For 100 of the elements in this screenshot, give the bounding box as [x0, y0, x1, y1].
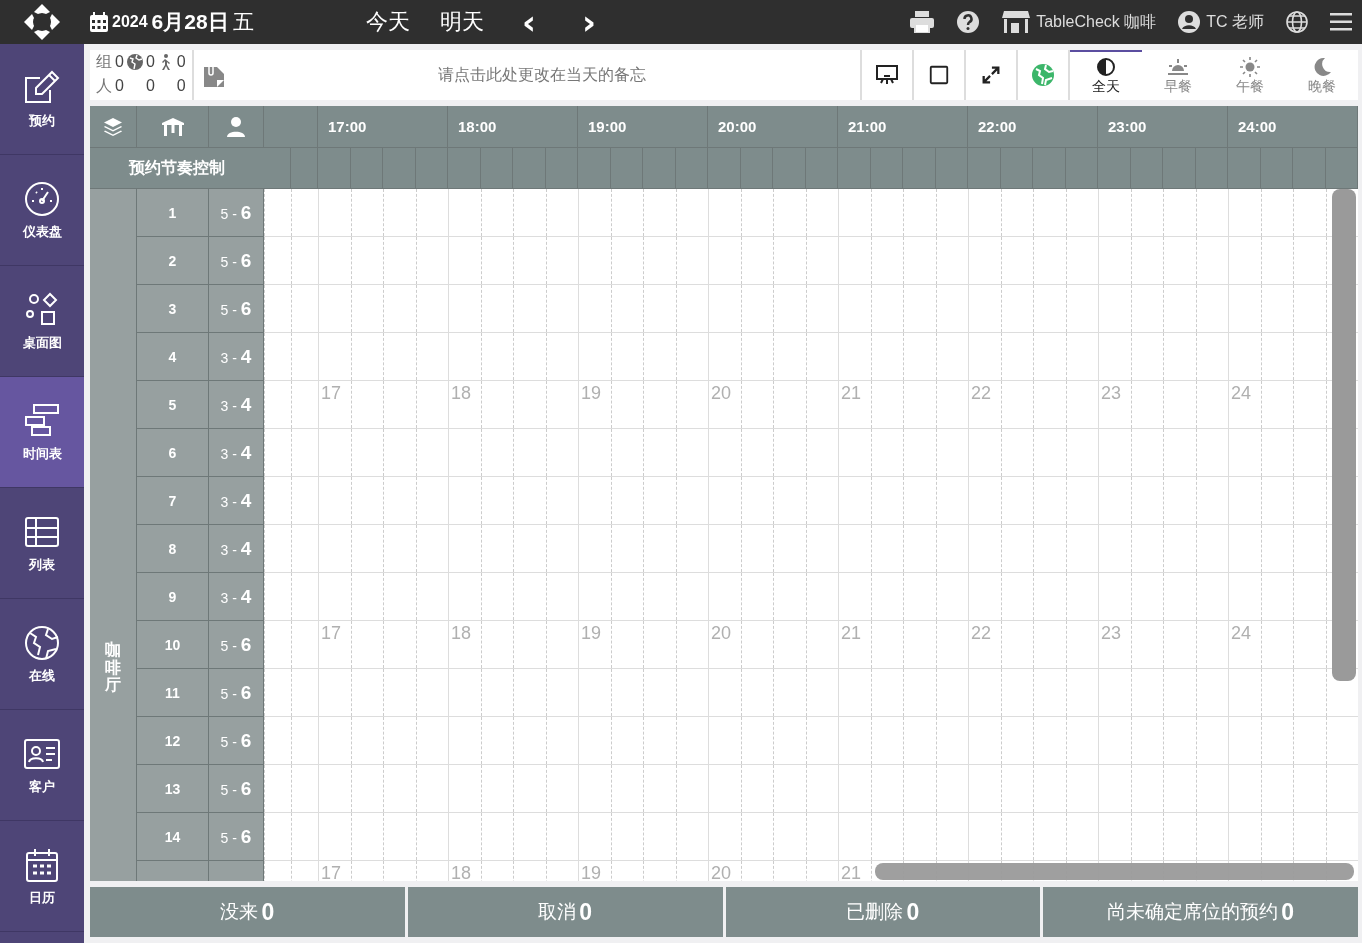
hour-watermark: 20 [711, 623, 732, 644]
sidebar-item[interactable]: 仪表盘 [0, 155, 84, 266]
capacity-cell: 5 - 6 [209, 621, 264, 669]
sidebar-item[interactable]: 日历 [0, 821, 84, 932]
previous-day-button[interactable]: ‹ [508, 5, 550, 39]
help-icon[interactable] [956, 10, 981, 34]
sun-icon [1240, 56, 1260, 77]
hour-watermark: 21 [841, 863, 862, 881]
hour-watermark: 19 [581, 383, 602, 404]
hour-watermark: 22 [971, 623, 992, 644]
hour-label: 18:00 [458, 118, 497, 135]
globe-icon [22, 623, 62, 663]
sunrise-icon [1166, 56, 1190, 77]
hour-watermark: 18 [451, 623, 472, 644]
hour-watermark: 20 [711, 383, 732, 404]
table-number-cell: 9 [137, 573, 209, 621]
online-people-count: 0 [145, 77, 155, 95]
calendar-icon[interactable] [90, 12, 108, 32]
hour-watermark: 21 [841, 383, 862, 404]
capacity-cell: 5 - 6 [209, 813, 264, 861]
logo-icon[interactable] [24, 4, 60, 40]
table-number-cell: 1 [137, 189, 209, 237]
square-icon [928, 64, 950, 86]
sidebar-item[interactable]: 在线 [0, 599, 84, 710]
gauge-icon [22, 179, 62, 219]
hour-label: 20:00 [718, 118, 757, 135]
capacity-cell: 5 - 6 [209, 669, 264, 717]
table-number-cell: 2 [137, 237, 209, 285]
groups-label: 组 [96, 51, 112, 72]
today-button[interactable]: 今天 [360, 7, 416, 37]
capacity-cell: 3 - 4 [209, 525, 264, 573]
memo-field[interactable]: 请点击此处更改在当天的备忘 [223, 64, 860, 86]
half-circle-icon [1096, 56, 1116, 77]
capacity-cell: 5 - 6 [209, 717, 264, 765]
user-link[interactable]: TC 老师 [1178, 11, 1264, 33]
capacity-cell: 3 - 4 [209, 573, 264, 621]
hour-label: 17:00 [328, 118, 367, 135]
hour-watermark: 24 [1231, 623, 1252, 644]
hour-label: 19:00 [588, 118, 627, 135]
hour-watermark: 19 [581, 623, 602, 644]
globe-icon [126, 54, 143, 70]
capacity-cell: 3 - 4 [209, 381, 264, 429]
table-number-cell: 3 [137, 285, 209, 333]
capacity-cell: 3 - 4 [209, 477, 264, 525]
horizontal-scrollbar[interactable] [875, 863, 1354, 880]
hour-watermark: 18 [451, 863, 472, 881]
people-count: 0 [115, 77, 124, 95]
sidebar-item[interactable]: 客户 [0, 710, 84, 821]
capacity-cell: 3 - 4 [209, 333, 264, 381]
table-number-cell: 11 [137, 669, 209, 717]
hour-label: 23:00 [1108, 118, 1147, 135]
hour-watermark: 20 [711, 863, 732, 881]
tomorrow-button[interactable]: 明天 [434, 7, 490, 37]
hour-watermark: 23 [1101, 623, 1122, 644]
store-icon [1002, 11, 1031, 33]
table-number-cell: 5 [137, 381, 209, 429]
table-number-cell: 12 [137, 717, 209, 765]
walk-in-group-count: 0 [176, 53, 186, 71]
sidebar-item[interactable]: 列表 [0, 488, 84, 599]
capacity-cell: 5 - 6 [209, 237, 264, 285]
sidebar-item[interactable]: 预约 [0, 44, 84, 155]
group-count: 0 [115, 53, 124, 71]
expand-arrows-icon [980, 64, 1002, 86]
date-text[interactable]: 6月28日 [151, 8, 229, 36]
layers-icon[interactable] [103, 116, 123, 137]
next-day-button[interactable]: › [568, 5, 611, 39]
capacity-cell: 3 - 4 [209, 429, 264, 477]
walk-in-people-count: 0 [176, 77, 186, 95]
year-text: 2024 [112, 13, 148, 31]
moon-icon [1312, 56, 1332, 77]
capacity-cell: 5 - 6 [209, 285, 264, 333]
capacity-cell: 5 - 6 [209, 765, 264, 813]
area-name: 咖啡厅 [105, 641, 121, 696]
table-number-cell: 14 [137, 813, 209, 861]
hour-watermark: 21 [841, 623, 862, 644]
table-icon[interactable] [161, 117, 184, 136]
print-icon[interactable] [910, 11, 935, 33]
hour-label: 21:00 [848, 118, 887, 135]
store-link[interactable]: TableCheck 咖啡 [1002, 11, 1157, 33]
online-group-count: 0 [145, 53, 155, 71]
weekday-text: 五 [232, 9, 254, 35]
table-number-cell: 13 [137, 765, 209, 813]
presentation-screen-icon [875, 63, 899, 87]
sidebar-item[interactable]: 时间表 [0, 377, 84, 488]
hour-watermark: 17 [321, 863, 342, 881]
menu-icon[interactable] [1330, 13, 1352, 31]
globe-icon [1031, 63, 1055, 87]
hour-watermark: 17 [321, 623, 342, 644]
table-number-cell: 10 [137, 621, 209, 669]
vertical-scrollbar[interactable] [1332, 189, 1356, 681]
hour-watermark: 19 [581, 863, 602, 881]
user-icon [1178, 11, 1201, 33]
capacity-cell: 5 - 6 [209, 189, 264, 237]
language-icon[interactable] [1286, 11, 1308, 33]
hour-watermark: 18 [451, 383, 472, 404]
table-number-cell: 8 [137, 525, 209, 573]
person-icon[interactable] [227, 116, 245, 137]
hour-label: 24:00 [1238, 118, 1277, 135]
hour-watermark: 22 [971, 383, 992, 404]
hour-watermark: 24 [1231, 383, 1252, 404]
